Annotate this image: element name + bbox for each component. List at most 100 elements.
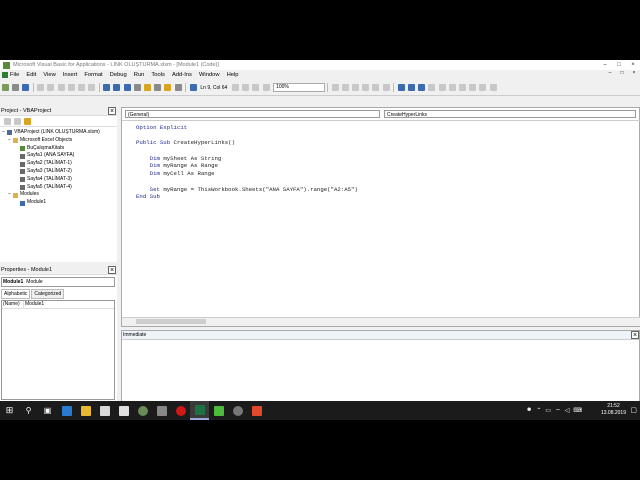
properties-window-icon[interactable] — [154, 84, 162, 91]
code-line[interactable]: Dim myCell As Range — [136, 170, 358, 178]
paste-icon[interactable] — [57, 84, 65, 91]
inner-close-button[interactable]: × — [628, 70, 640, 76]
run-icon[interactable] — [103, 84, 111, 91]
code-line[interactable]: Set myRange = ThisWorkbook.Sheets("ANA S… — [136, 186, 358, 194]
code-line[interactable]: Public Sub CreateHyperLinks() — [136, 139, 358, 147]
indent-icon[interactable] — [231, 84, 239, 91]
menu-file[interactable]: File — [8, 72, 23, 78]
toolbox-icon[interactable] — [174, 84, 182, 91]
debug-break-icon[interactable] — [408, 84, 415, 91]
people-icon[interactable]: ☻ — [526, 407, 532, 415]
toggle-breakpoint-icon[interactable] — [331, 84, 339, 91]
tree-node-sheet5[interactable]: Sayfa5 (TALİMAT-4) — [2, 184, 117, 192]
notification-icon[interactable]: ▢ — [630, 406, 637, 414]
menu-view[interactable]: View — [40, 72, 59, 78]
taskbar-excel[interactable] — [190, 401, 209, 420]
immediate-close-button[interactable]: × — [631, 331, 639, 339]
code-line[interactable] — [136, 132, 358, 140]
comment-icon[interactable] — [252, 84, 260, 91]
undo-icon[interactable] — [77, 84, 85, 91]
minimize-button[interactable]: – — [598, 60, 612, 70]
call-stack-icon[interactable] — [382, 84, 390, 91]
quick-watch-icon[interactable] — [372, 84, 380, 91]
battery-icon[interactable]: ▭ — [545, 407, 551, 415]
find-icon[interactable] — [67, 84, 75, 91]
watch-icon[interactable] — [479, 84, 487, 91]
immediate-icon[interactable] — [469, 84, 477, 91]
outdent-icon[interactable] — [242, 84, 250, 91]
debug-step-icon[interactable] — [428, 84, 436, 91]
copy-icon[interactable] — [47, 84, 55, 91]
network-icon[interactable]: ⌔ — [555, 407, 561, 415]
taskbar-chrome[interactable] — [228, 401, 247, 420]
view-code-icon[interactable] — [3, 117, 11, 125]
menu-format[interactable]: Format — [81, 72, 106, 78]
taskbar-calculator[interactable] — [152, 401, 171, 420]
properties-pane-close-button[interactable]: × — [108, 266, 116, 274]
code-line[interactable]: End Sub — [136, 193, 358, 201]
tree-node-workbook[interactable]: BuÇalışmaKitabı — [2, 145, 117, 153]
volume-icon[interactable]: ◁ — [565, 407, 570, 415]
toggle-folders-icon[interactable] — [23, 117, 31, 125]
tree-node-sheet2[interactable]: Sayfa2 (TALİMAT-1) — [2, 160, 117, 168]
immediate-input[interactable] — [122, 340, 639, 400]
step-over-icon[interactable] — [352, 84, 360, 91]
project-explorer-icon[interactable] — [144, 84, 152, 91]
start-button[interactable]: ⊞ — [0, 401, 19, 420]
tree-node-module1[interactable]: Module1 — [2, 199, 117, 207]
tree-node-vbaproject[interactable]: − VBAProject (LINK OLUŞTURMA.xlsm) — [2, 129, 117, 137]
taskbar-edge[interactable] — [57, 401, 76, 420]
project-pane-close-button[interactable]: × — [108, 107, 116, 115]
procedure-dropdown[interactable]: CreateHyperLinks — [384, 110, 636, 118]
search-button[interactable]: ⚲ — [19, 401, 38, 420]
insert-module-icon[interactable] — [11, 84, 19, 91]
code-line[interactable]: Option Explicit — [136, 124, 358, 132]
task-view-button[interactable]: ▣ — [38, 401, 57, 420]
tree-node-sheet3[interactable]: Sayfa3 (TALİMAT-2) — [2, 168, 117, 176]
menu-help[interactable]: Help — [223, 72, 242, 78]
tree-node-sheet4[interactable]: Sayfa4 (TALİMAT-3) — [2, 176, 117, 184]
locals-icon[interactable] — [458, 84, 466, 91]
object-select[interactable]: Module1 Module — [1, 277, 115, 287]
code-line[interactable] — [136, 147, 358, 155]
taskbar-settings[interactable] — [133, 401, 152, 420]
menu-edit[interactable]: Edit — [23, 72, 40, 78]
menu-insert[interactable]: Insert — [59, 72, 81, 78]
view-object-icon[interactable] — [13, 117, 21, 125]
tab-alphabetic[interactable]: Alphabetic — [1, 289, 31, 299]
redo-icon[interactable] — [88, 84, 96, 91]
design-mode-icon[interactable] — [133, 84, 141, 91]
menu-tools[interactable]: Tools — [148, 72, 169, 78]
object-dropdown[interactable]: (General) — [125, 110, 380, 118]
menu-debug[interactable]: Debug — [106, 72, 130, 78]
tree-node-modules[interactable]: − Modules — [2, 191, 117, 199]
cut-icon[interactable] — [37, 84, 45, 91]
debug-step-out-icon[interactable] — [448, 84, 456, 91]
tree-node-excel-objects[interactable]: − Microsoft Excel Objects — [2, 137, 117, 145]
chevron-up-icon[interactable]: ⌃ — [536, 407, 541, 415]
horizontal-scrollbar[interactable] — [122, 317, 640, 326]
keyboard-icon[interactable]: ⌨ — [573, 407, 582, 415]
tab-categorized[interactable]: Categorized — [31, 289, 65, 299]
property-row-name[interactable]: (Name) Module1 — [2, 301, 114, 309]
code-line[interactable] — [136, 178, 358, 186]
code-line[interactable]: Dim myRange As Range — [136, 162, 358, 170]
object-browser-icon[interactable] — [164, 84, 172, 91]
uncomment-icon[interactable] — [262, 84, 270, 91]
code-line[interactable]: Dim mySheet As String — [136, 155, 358, 163]
zoom-select[interactable]: 100% — [273, 83, 326, 92]
inner-restore-button[interactable]: □ — [616, 70, 628, 76]
taskbar-recorder[interactable] — [247, 401, 266, 420]
save-icon[interactable] — [21, 84, 29, 91]
clock[interactable]: 21:52 13.08.2019 — [601, 403, 626, 417]
taskbar-camtasia[interactable] — [209, 401, 228, 420]
menu-window[interactable]: Window — [195, 72, 223, 78]
debug-run-icon[interactable] — [397, 84, 405, 91]
maximize-button[interactable]: □ — [612, 60, 626, 70]
taskbar-mail[interactable] — [114, 401, 133, 420]
scrollbar-thumb[interactable] — [136, 319, 206, 324]
menu-run[interactable]: Run — [130, 72, 148, 78]
close-button[interactable]: × — [626, 60, 640, 70]
debug-step-over-icon[interactable] — [438, 84, 446, 91]
menu-addins[interactable]: Add-Ins — [168, 72, 195, 78]
